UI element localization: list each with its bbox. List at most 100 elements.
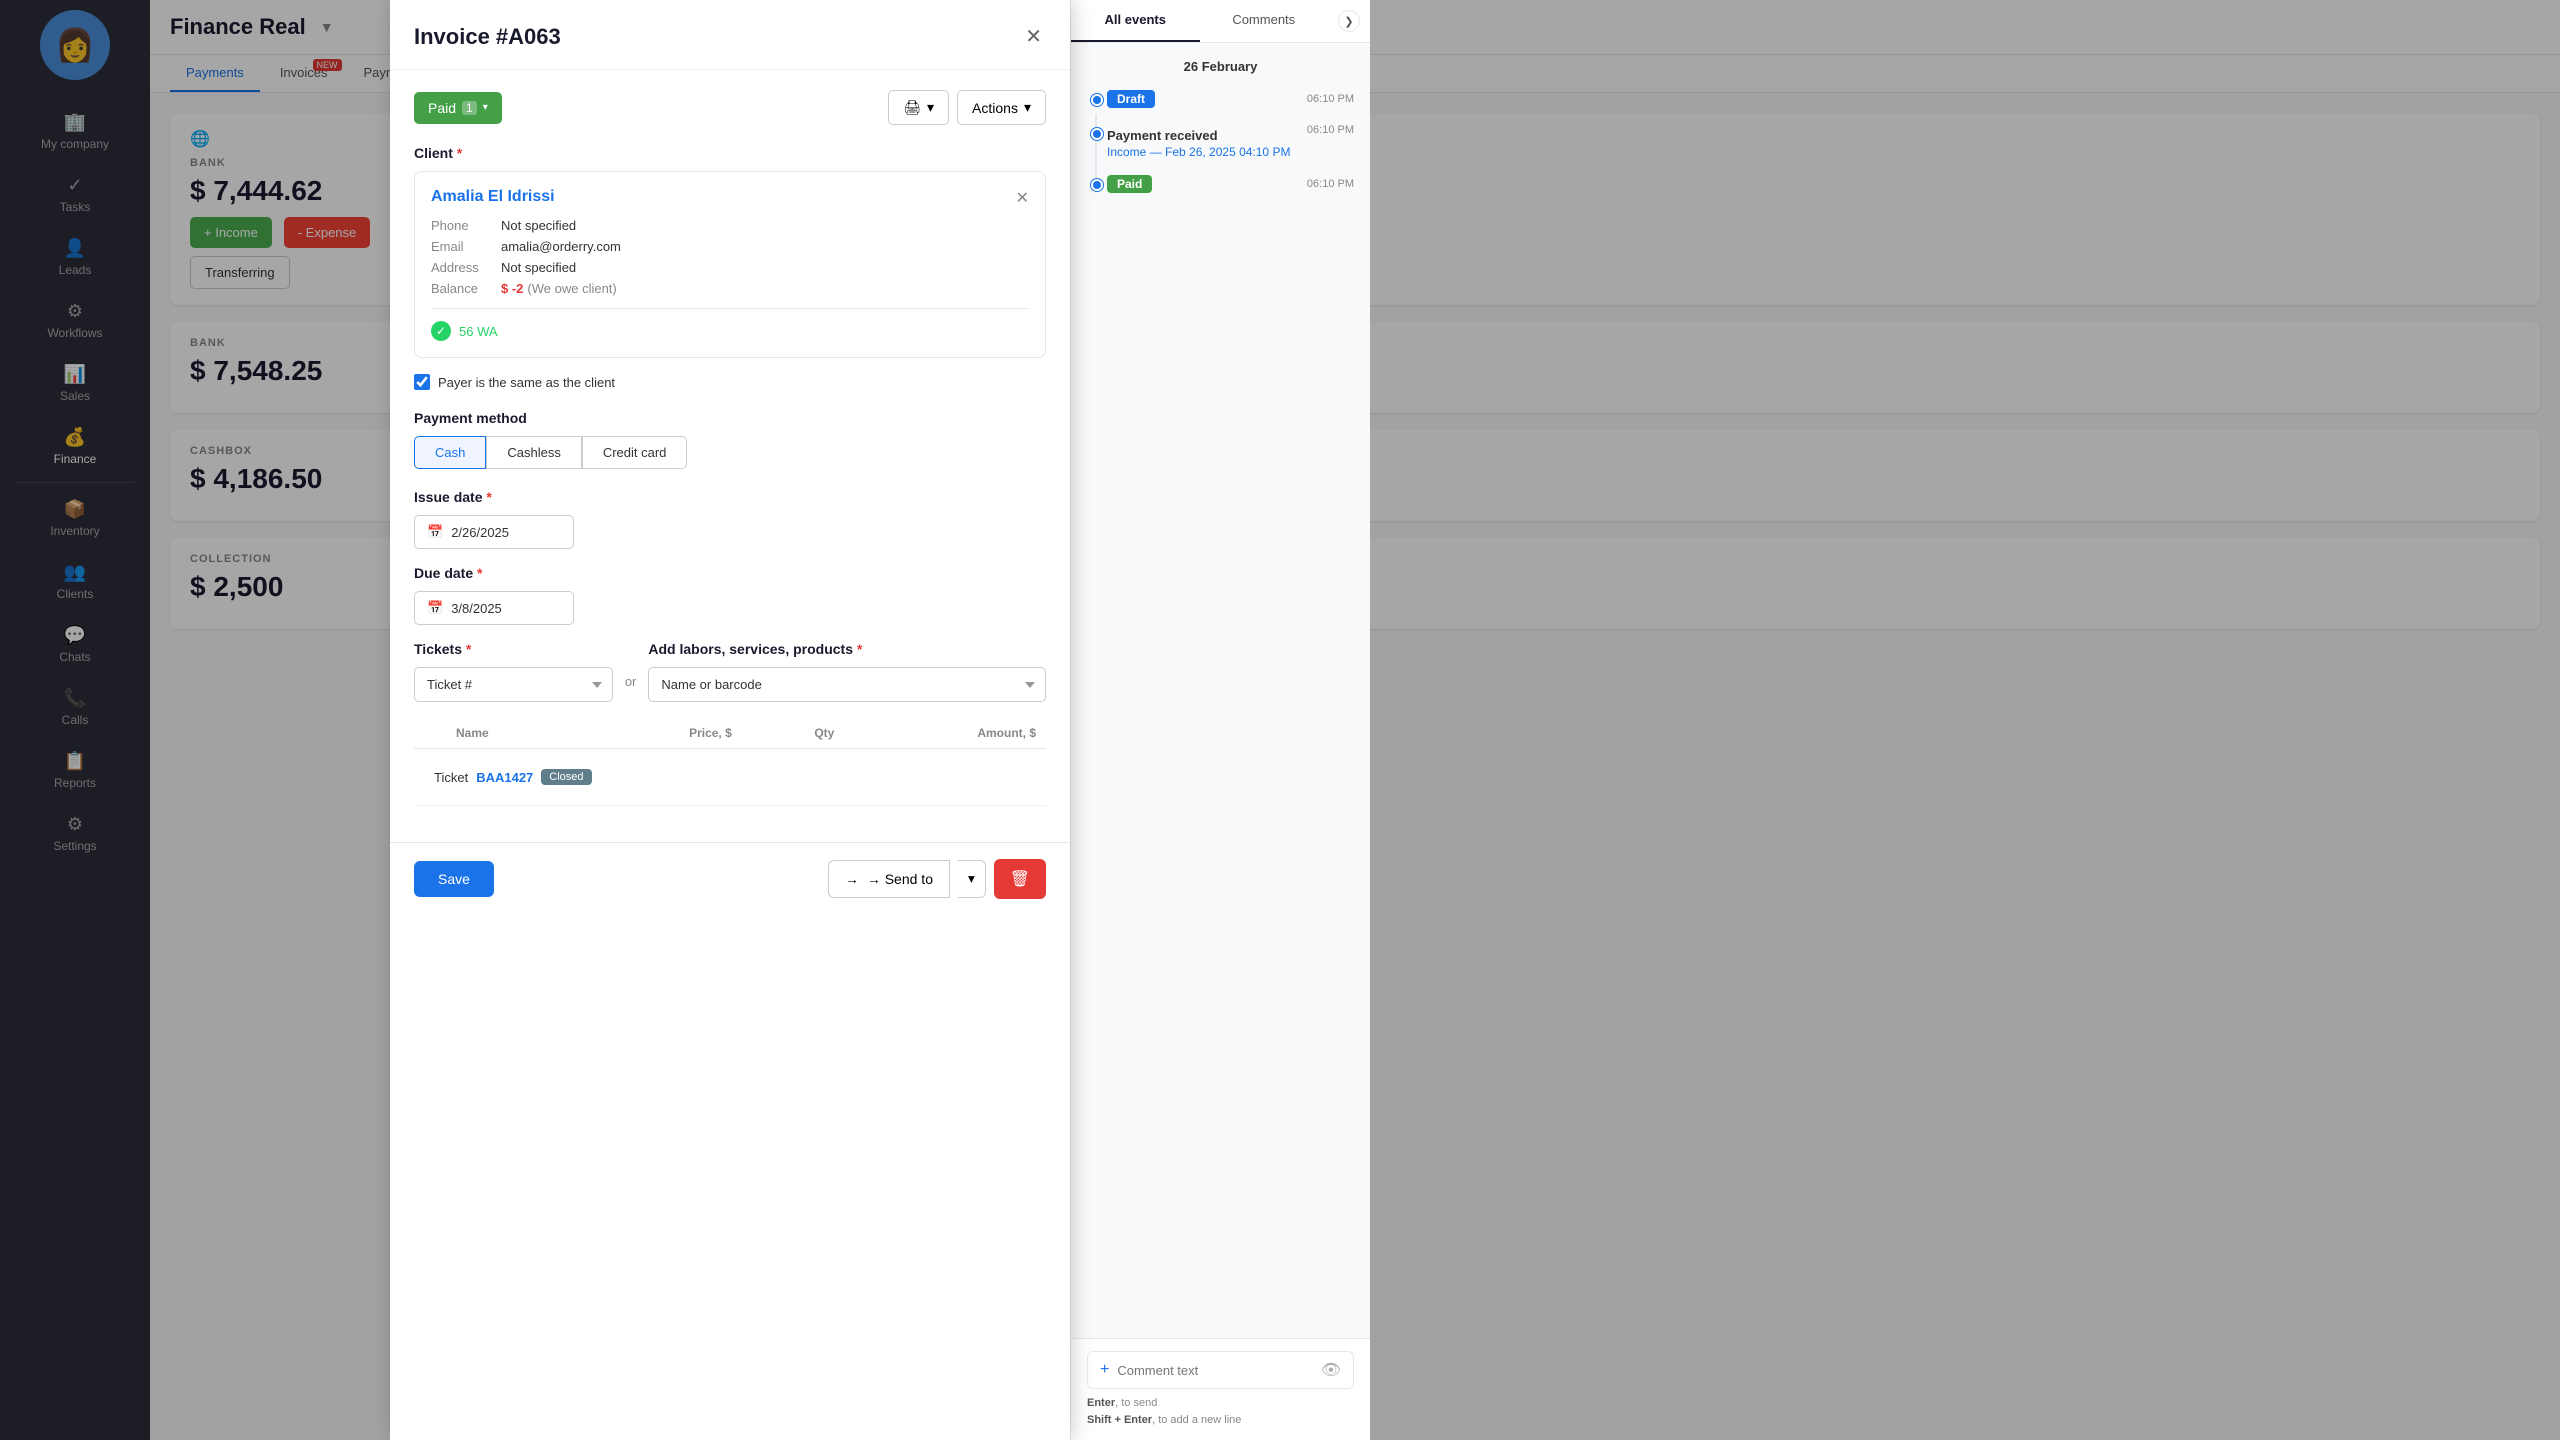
phone-label: Phone <box>431 218 501 233</box>
pm-cash-button[interactable]: Cash <box>414 436 486 469</box>
rp-tab-all-events[interactable]: All events <box>1071 0 1200 42</box>
tickets-col: Tickets * Ticket # <box>414 641 613 702</box>
timeline-item-payment: Payment received Income — Feb 26, 2025 0… <box>1107 124 1354 159</box>
due-date-value: 3/8/2025 <box>451 601 502 616</box>
right-panel-tabs: All events Comments ❯ <box>1071 0 1370 43</box>
right-panel: All events Comments ❯ 26 February Draft <box>1070 0 1370 1440</box>
send-to-caret-button[interactable]: ▾ <box>958 860 986 898</box>
due-date-field[interactable]: 📅 3/8/2025 <box>414 591 574 625</box>
delete-button[interactable]: 🗑 <box>994 859 1046 899</box>
issue-date-required: * <box>486 489 491 505</box>
paid-count: 1 <box>462 101 477 115</box>
comment-hint: Enter, to send Shift + Enter, to add a n… <box>1087 1395 1354 1428</box>
whatsapp-label: 56 WA <box>459 324 498 339</box>
col-check <box>414 718 446 749</box>
payment-method-label: Payment method <box>414 410 1046 426</box>
send-to-button[interactable]: → → Send to <box>828 860 950 898</box>
address-label: Address <box>431 260 501 275</box>
paid-badge: Paid <box>1107 175 1152 193</box>
printer-icon: 🖨 <box>903 99 921 116</box>
ticket-row-cell: Ticket BAA1427 Closed <box>414 749 1046 806</box>
pm-credit-button[interactable]: Credit card <box>582 436 688 469</box>
draft-badge: Draft <box>1107 90 1155 108</box>
draft-time: 06:10 PM <box>1307 93 1354 105</box>
timeline-dot-paid <box>1091 179 1103 191</box>
client-balance-row: Balance $ -2 (We owe client) <box>431 281 1029 296</box>
enter-label: Enter <box>1087 1397 1115 1409</box>
whatsapp-button[interactable]: ✓ 56 WA <box>431 321 1029 341</box>
services-required: * <box>857 641 862 657</box>
address-value: Not specified <box>501 260 576 275</box>
payment-methods: Cash Cashless Credit card <box>414 436 1046 469</box>
timeline-dot-payment <box>1091 128 1103 140</box>
actions-button[interactable]: Actions ▾ <box>957 90 1046 125</box>
modal-wrapper: Invoice #A063 ✕ Paid 1 ▾ 🖨 ▾ <box>0 0 2560 1440</box>
print-caret-icon: ▾ <box>927 99 934 116</box>
payer-checkbox[interactable] <box>414 374 430 390</box>
col-qty: Qty <box>742 718 845 749</box>
payment-time: 06:10 PM <box>1307 124 1354 136</box>
payer-checkbox-row: Payer is the same as the client <box>414 374 1046 390</box>
modal-footer: Save → → Send to ▾ 🗑 <box>390 842 1070 915</box>
rp-tab-comments[interactable]: Comments <box>1200 0 1329 42</box>
client-address-row: Address Not specified <box>431 260 1029 275</box>
client-name: Amalia El Idrissi <box>431 188 555 206</box>
client-divider <box>431 308 1029 309</box>
ticket-id[interactable]: BAA1427 <box>476 770 533 785</box>
actions-caret-icon: ▾ <box>1024 99 1031 116</box>
issue-date-field[interactable]: 📅 2/26/2025 <box>414 515 574 549</box>
timeline-dot-draft <box>1091 94 1103 106</box>
comment-input-row: + 👁 <box>1087 1351 1354 1389</box>
ticket-row-label: Ticket BAA1427 Closed <box>424 759 1036 795</box>
modal-header: Invoice #A063 ✕ <box>390 0 1070 70</box>
calendar-icon-issue: 📅 <box>427 524 443 540</box>
timeline-item-draft: Draft 06:10 PM <box>1107 90 1354 108</box>
client-email-row: Email amalia@orderry.com <box>431 239 1029 254</box>
due-date-required: * <box>477 565 482 581</box>
services-select[interactable]: Name or barcode <box>648 667 1046 702</box>
balance-note: (We owe client) <box>527 281 616 296</box>
eye-icon: 👁 <box>1321 1360 1341 1380</box>
ticket-status-badge: Closed <box>541 769 591 785</box>
or-text: or <box>625 674 637 689</box>
payer-checkbox-label: Payer is the same as the client <box>438 375 615 390</box>
col-price: Price, $ <box>581 718 742 749</box>
shift-label: Shift + Enter <box>1087 1414 1152 1426</box>
ticket-text: Ticket <box>434 770 468 785</box>
comment-input[interactable] <box>1117 1363 1312 1378</box>
paid-time: 06:10 PM <box>1307 178 1354 190</box>
paid-status-button[interactable]: Paid 1 ▾ <box>414 92 502 124</box>
client-remove-button[interactable]: ✕ <box>1016 188 1029 208</box>
whatsapp-icon: ✓ <box>431 321 451 341</box>
issue-date-value: 2/26/2025 <box>451 525 509 540</box>
send-caret-icon: ▾ <box>968 871 975 886</box>
send-to-label: → Send to <box>867 871 933 887</box>
ticket-select[interactable]: Ticket # <box>414 667 613 702</box>
save-button[interactable]: Save <box>414 861 494 897</box>
rp-content: 26 February Draft 06:10 PM <box>1071 43 1370 1338</box>
modal-title: Invoice #A063 <box>414 24 561 50</box>
print-button[interactable]: 🖨 ▾ <box>888 90 949 125</box>
collapse-button[interactable]: ❯ <box>1338 10 1360 32</box>
invoice-modal: Invoice #A063 ✕ Paid 1 ▾ 🖨 ▾ <box>390 0 1070 1440</box>
col-name: Name <box>446 718 581 749</box>
comment-box: + 👁 Enter, to send Shift + Enter, to add… <box>1071 1338 1370 1440</box>
actions-label: Actions <box>972 100 1018 116</box>
services-col: Add labors, services, products * Name or… <box>648 641 1046 702</box>
modal-body: Paid 1 ▾ 🖨 ▾ Actions ▾ <box>390 70 1070 842</box>
client-required: * <box>457 145 462 161</box>
email-value: amalia@orderry.com <box>501 239 621 254</box>
timeline: Draft 06:10 PM Payment received Income —… <box>1087 90 1354 193</box>
modal-close-button[interactable]: ✕ <box>1021 20 1046 53</box>
tickets-services-row: Tickets * Ticket # or Add labors, servic… <box>414 641 1046 702</box>
footer-right: → → Send to ▾ 🗑 <box>828 859 1046 899</box>
payment-event-title: Payment received <box>1107 128 1290 143</box>
calendar-icon-due: 📅 <box>427 600 443 616</box>
client-card: Amalia El Idrissi ✕ Phone Not specified … <box>414 171 1046 358</box>
tickets-required: * <box>466 641 471 657</box>
collapse-wrapper: ❯ <box>1328 0 1370 42</box>
pm-cashless-button[interactable]: Cashless <box>486 436 581 469</box>
enter-action: , to send <box>1115 1397 1157 1409</box>
due-date-label: Due date * <box>414 565 1046 581</box>
email-label: Email <box>431 239 501 254</box>
